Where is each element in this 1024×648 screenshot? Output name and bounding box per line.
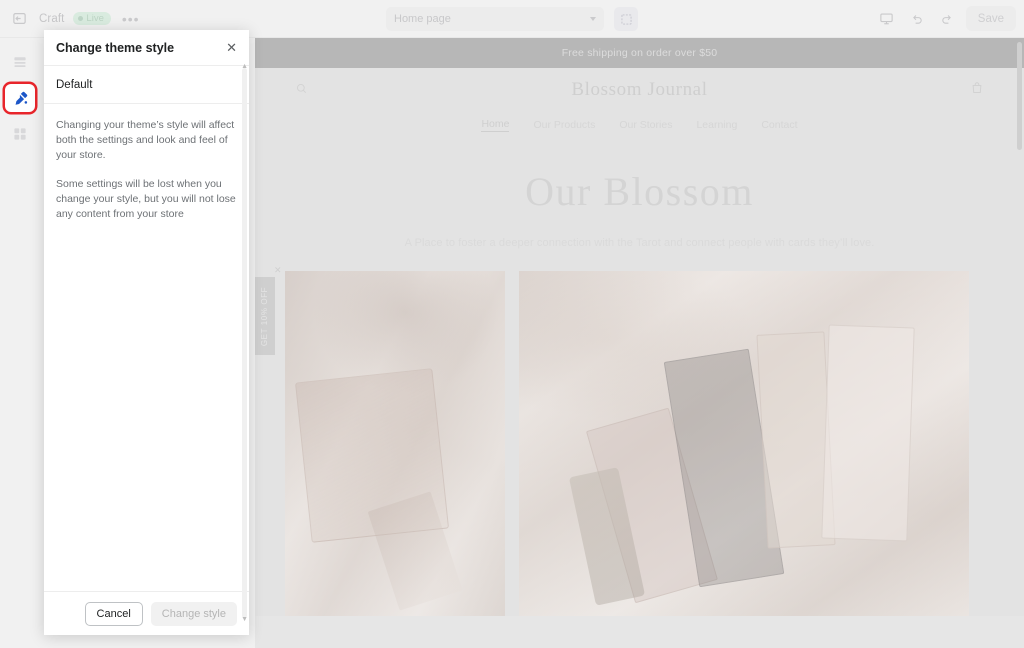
left-rail (0, 38, 40, 648)
hero-section: Our Blossom A Place to foster a deeper c… (255, 138, 1024, 261)
store-preview: Free shipping on order over $50 Blossom … (255, 38, 1024, 648)
panel-title: Change theme style (56, 40, 175, 55)
toolbar-center-group: Home page (386, 7, 638, 31)
page-selector-value: Home page (394, 13, 451, 25)
change-theme-style-panel: Change theme style ✕ Default Changing yo… (44, 30, 249, 635)
change-style-button: Change style (150, 601, 237, 626)
promo-tab-label: GET 10% OFF (260, 286, 270, 346)
panel-footer: Cancel Change style (44, 591, 249, 635)
sidebar-item-theme-settings[interactable] (5, 84, 35, 112)
hero-subtitle: A Place to foster a deeper connection wi… (404, 237, 875, 249)
desktop-icon[interactable] (876, 8, 898, 30)
scroll-up-icon[interactable]: ▲ (241, 63, 248, 70)
preview-scrollbar[interactable] (1017, 42, 1022, 150)
status-badge-label: Live (86, 12, 104, 24)
journal-box-photo (285, 271, 505, 616)
close-icon[interactable]: ✕ (226, 41, 237, 54)
panel-description: Changing your theme’s style will affect … (44, 104, 249, 222)
search-icon[interactable] (295, 82, 308, 100)
panel-scrollbar[interactable] (242, 68, 247, 618)
page-selector[interactable]: Home page (386, 7, 604, 31)
panel-note-1: Changing your theme’s style will affect … (56, 119, 235, 162)
nav-link-home[interactable]: Home (481, 118, 510, 132)
nav-link-learning[interactable]: Learning (696, 119, 737, 131)
exit-icon[interactable] (8, 8, 30, 30)
nav-link-our-products[interactable]: Our Products (533, 119, 595, 131)
promo-tab[interactable]: GET 10% OFF (255, 277, 275, 355)
status-dot-icon (78, 16, 84, 21)
theme-name: Craft (39, 12, 65, 25)
store-nav: Home Our Products Our Stories Learning C… (255, 112, 1024, 138)
panel-note-2: Some settings will be lost when you chan… (56, 177, 236, 221)
shopping-bag-icon[interactable] (970, 81, 984, 100)
cancel-button[interactable]: Cancel (84, 601, 143, 626)
announcement-bar: Free shipping on order over $50 (255, 38, 1024, 68)
status-badge: Live (73, 11, 111, 26)
more-menu-icon[interactable]: ••• (120, 12, 142, 26)
toolbar-left-group: Craft Live ••• (0, 8, 142, 30)
promo-close-icon[interactable]: ✕ (274, 266, 282, 275)
gallery-image-right[interactable] (519, 271, 969, 616)
nav-link-contact[interactable]: Contact (761, 119, 797, 131)
sidebar-item-sections[interactable] (5, 48, 35, 76)
inspector-icon[interactable] (614, 7, 638, 31)
redo-icon[interactable] (936, 8, 958, 30)
tarot-card-4-shape (821, 324, 915, 542)
store-name: Blossom Journal (571, 79, 708, 100)
theme-editor-app: Craft Live ••• Home page Save Free shipp… (0, 0, 1024, 648)
style-option-default[interactable]: Default (44, 66, 249, 104)
save-button[interactable]: Save (965, 6, 1016, 31)
hero-heading: Our Blossom (525, 169, 754, 214)
style-option-label: Default (56, 78, 93, 91)
tarot-cards-photo (519, 271, 969, 616)
sidebar-item-apps[interactable] (5, 120, 35, 148)
nav-link-our-stories[interactable]: Our Stories (619, 119, 672, 131)
image-gallery: ✕ GET 10% OFF (255, 261, 1024, 616)
scroll-down-icon[interactable]: ▼ (241, 616, 248, 623)
store-header: Blossom Journal (255, 68, 1024, 112)
toolbar-right-group: Save (876, 6, 1016, 31)
gallery-image-left[interactable] (285, 271, 505, 616)
panel-header: Change theme style ✕ (44, 30, 249, 66)
panel-body: Default Changing your theme’s style will… (44, 66, 249, 591)
undo-icon[interactable] (906, 8, 928, 30)
chevron-down-icon (590, 17, 596, 21)
